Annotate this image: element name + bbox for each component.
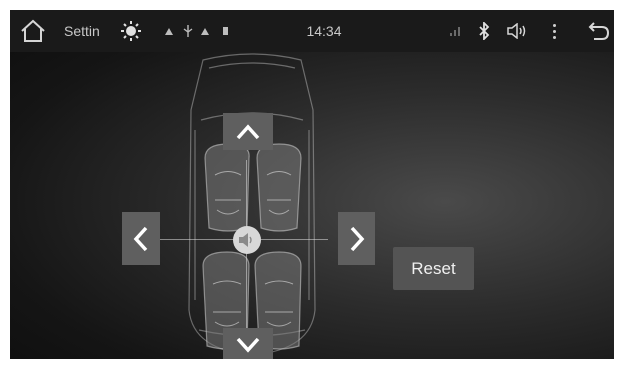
balance-left-button[interactable] <box>122 212 160 265</box>
speaker-icon <box>239 233 252 247</box>
car-seat-layout <box>188 53 316 356</box>
volume-icon[interactable] <box>506 10 528 52</box>
balance-right-button[interactable] <box>338 212 375 265</box>
status-bar: Settin 14:34 <box>10 10 614 52</box>
fader-up-button[interactable] <box>223 113 273 150</box>
chevron-down-icon <box>236 337 260 353</box>
clock: 14:34 <box>306 23 342 39</box>
signal-icon <box>448 10 462 52</box>
chevron-left-icon <box>133 226 148 251</box>
app-title: Settin <box>64 23 100 39</box>
chevron-up-icon <box>236 123 260 139</box>
reset-button[interactable]: Reset <box>393 247 474 290</box>
speaker-position-handle[interactable] <box>233 226 261 254</box>
chevron-right-icon <box>350 226 364 251</box>
brightness-icon[interactable] <box>118 10 144 52</box>
warning-icon <box>200 10 210 52</box>
bluetooth-icon <box>476 10 492 52</box>
sd-card-icon <box>220 10 230 52</box>
back-arrow-icon[interactable] <box>586 10 612 52</box>
balance-fader-screen: Settin 14:34 Reset <box>10 10 614 359</box>
fader-down-button[interactable] <box>223 328 273 359</box>
more-vert-icon[interactable] <box>548 10 560 52</box>
warning-icon <box>164 10 174 52</box>
usb-icon <box>182 10 194 52</box>
home-icon[interactable] <box>18 10 48 52</box>
